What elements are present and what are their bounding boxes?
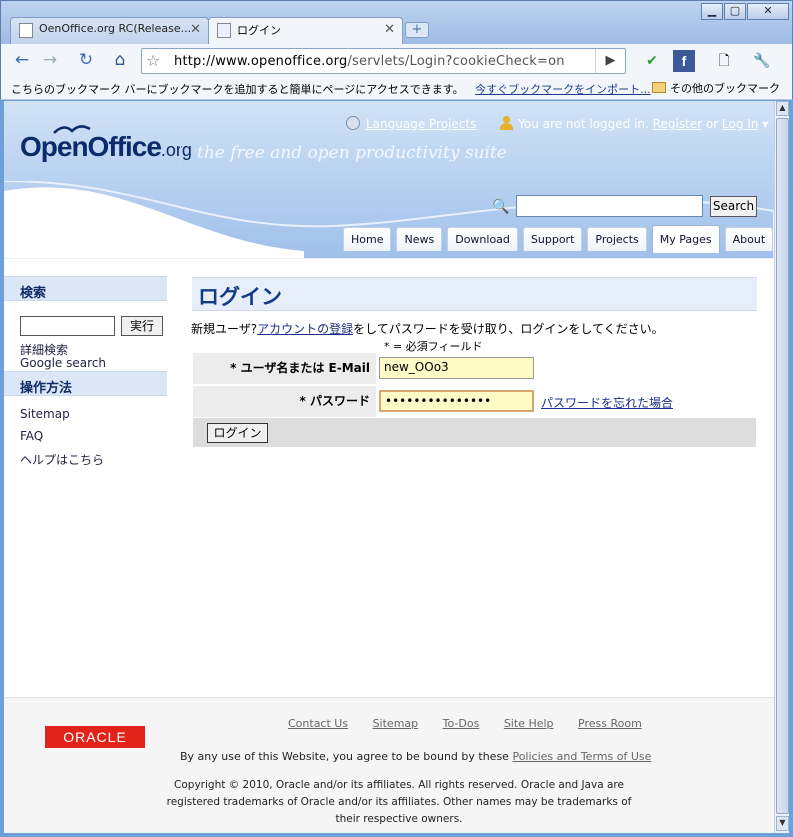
site-footer: ORACLE Contact Us Sitemap To-Dos Site He… [4, 697, 774, 833]
reload-button[interactable]: ↻ [73, 49, 99, 73]
close-icon[interactable]: ✕ [384, 22, 395, 37]
nav-download[interactable]: Download [447, 227, 518, 251]
close-icon[interactable]: ✕ [190, 22, 201, 37]
forward-button[interactable]: → [37, 49, 63, 73]
nav-support[interactable]: Support [522, 227, 583, 251]
login-status: You are not logged in. [518, 117, 649, 131]
page-viewport: OpenOffice.org the free and open product… [4, 101, 774, 833]
sidebar-item-help[interactable]: ヘルプはこちら [20, 451, 151, 468]
footer-site-help[interactable]: Site Help [504, 717, 554, 730]
url-text: http://www.openoffice.org/servlets/Login… [174, 54, 565, 69]
nav-my-pages[interactable]: My Pages [651, 225, 720, 253]
address-bar[interactable]: ☆ http://www.openoffice.org/servlets/Log… [141, 48, 626, 74]
check-icon[interactable]: ✔ [641, 50, 663, 72]
copyright-text: Copyright © 2010, Oracle and/or its affi… [166, 779, 632, 825]
password-label: * パスワード [193, 386, 376, 417]
sidebar-item-sitemap[interactable]: Sitemap [20, 407, 151, 421]
search-button[interactable]: Search [710, 196, 757, 217]
footer-todos[interactable]: To-Dos [443, 717, 480, 730]
bookmark-bar: こちらのブックマーク バーにブックマークを追加すると簡単にページにアクセスできま… [0, 76, 793, 100]
login-form: * ユーザ名または E-Mail new_OOo3 * パスワード ••••••… [193, 353, 756, 419]
globe-icon [346, 116, 360, 130]
close-window-button[interactable]: ✕ [747, 3, 789, 20]
folder-icon [652, 82, 666, 93]
intro-text: 新規ユーザ?アカウントの登録をしてパスワードを受け取り、ログインをしてください。 [191, 322, 664, 336]
footer-sitemap[interactable]: Sitemap [373, 717, 419, 730]
tagline: the free and open productivity suite [197, 143, 507, 163]
username-label: * ユーザ名または E-Mail [193, 353, 376, 384]
page-icon [217, 23, 231, 38]
minimize-button[interactable]: ▁ [701, 3, 723, 20]
login-button[interactable]: ログイン [207, 423, 268, 443]
page-icon [19, 23, 33, 38]
sidebar-item-faq[interactable]: FAQ [20, 429, 151, 443]
scroll-down-icon[interactable]: ▼ [776, 816, 789, 831]
page-title: ログイン [192, 277, 757, 311]
scroll-up-icon[interactable]: ▲ [776, 101, 789, 116]
nav-about[interactable]: About [724, 227, 774, 251]
site-header: OpenOffice.org the free and open product… [4, 101, 774, 259]
magnifier-icon: 🔍 [492, 199, 510, 215]
go-icon[interactable]: ▶ [595, 49, 625, 73]
forgot-password-link[interactable]: パスワードを忘れた場合 [541, 394, 673, 411]
other-bookmarks[interactable]: その他のブックマーク [652, 80, 780, 96]
openoffice-logo[interactable]: OpenOffice.org [20, 131, 192, 163]
oracle-logo[interactable]: ORACLE [45, 726, 145, 748]
sidebar-search-input[interactable] [20, 316, 115, 336]
login-link[interactable]: Log In [722, 117, 758, 131]
bookmark-bar-message: こちらのブックマーク バーにブックマークを追加すると簡単にページにアクセスできま… [11, 83, 464, 96]
language-projects-link[interactable]: Language Projects [366, 117, 476, 131]
sidebar-links: Sitemap FAQ ヘルプはこちら [4, 396, 167, 487]
tab-login[interactable]: ログイン ✕ [208, 17, 403, 45]
password-row: * パスワード ••••••••••••••• パスワードを忘れた場合 [193, 386, 756, 417]
wrench-icon[interactable]: 🔧 [751, 50, 773, 72]
required-note: * = 必須フィールド [384, 340, 483, 353]
home-button[interactable]: ⌂ [107, 49, 133, 73]
star-icon[interactable]: ☆ [146, 51, 160, 70]
register-account-link[interactable]: アカウントの登録 [257, 322, 353, 336]
register-link[interactable]: Register [653, 117, 702, 131]
back-button[interactable]: ← [9, 49, 35, 73]
google-search-link[interactable]: Google search [20, 356, 106, 370]
sidebar-search: 実行 詳細検索 Google search [4, 301, 167, 371]
tab-openoffice-release[interactable]: OenOffice.org RC(Release... ✕ [10, 17, 209, 45]
footer-links: Contact Us Sitemap To-Dos Site Help Pres… [288, 717, 663, 730]
left-sidebar: 検索 実行 詳細検索 Google search 操作方法 Sitemap FA… [4, 276, 167, 487]
sidebar-search-button[interactable]: 実行 [121, 316, 163, 336]
nav-news[interactable]: News [396, 227, 443, 251]
page-menu-icon[interactable]: 🗋 [713, 50, 735, 72]
username-field[interactable]: new_OOo3 [379, 357, 534, 379]
sidebar-search-heading: 検索 [4, 276, 167, 301]
browser-titlebar: OenOffice.org RC(Release... ✕ ログイン ✕ + ▁… [0, 0, 793, 45]
submit-row: ログイン [193, 418, 756, 447]
sidebar-howto-heading: 操作方法 [4, 371, 167, 396]
tab-label: ログイン [237, 24, 281, 37]
browser-toolbar: ← → ↻ ⌂ ☆ http://www.openoffice.org/serv… [0, 44, 793, 76]
username-row: * ユーザ名または E-Mail new_OOo3 [193, 353, 756, 384]
footer-contact-us[interactable]: Contact Us [288, 717, 348, 730]
site-nav: Home News Download Support Projects My P… [343, 225, 774, 259]
tab-label: OenOffice.org RC(Release... [39, 22, 192, 35]
footer-press-room[interactable]: Press Room [578, 717, 642, 730]
terms-text: By any use of this Website, you agree to… [180, 750, 652, 763]
new-tab-button[interactable]: + [405, 22, 429, 38]
login-dropdown-icon[interactable]: ▾ [762, 117, 768, 131]
import-bookmarks-link[interactable]: 今すぐブックマークをインポート... [475, 83, 651, 96]
nav-home[interactable]: Home [343, 227, 392, 251]
site-search-input[interactable] [516, 195, 703, 217]
terms-link[interactable]: Policies and Terms of Use [512, 750, 651, 763]
user-icon [500, 116, 514, 130]
scrollbar-thumb[interactable] [776, 118, 789, 814]
facebook-icon[interactable]: f [673, 50, 695, 72]
nav-projects[interactable]: Projects [587, 227, 647, 251]
password-field[interactable]: ••••••••••••••• [379, 390, 534, 412]
header-user-links: Language Projects You are not logged in.… [346, 116, 768, 131]
maximize-button[interactable]: ▢ [724, 3, 746, 20]
vertical-scrollbar[interactable]: ▲ ▼ [774, 101, 789, 833]
